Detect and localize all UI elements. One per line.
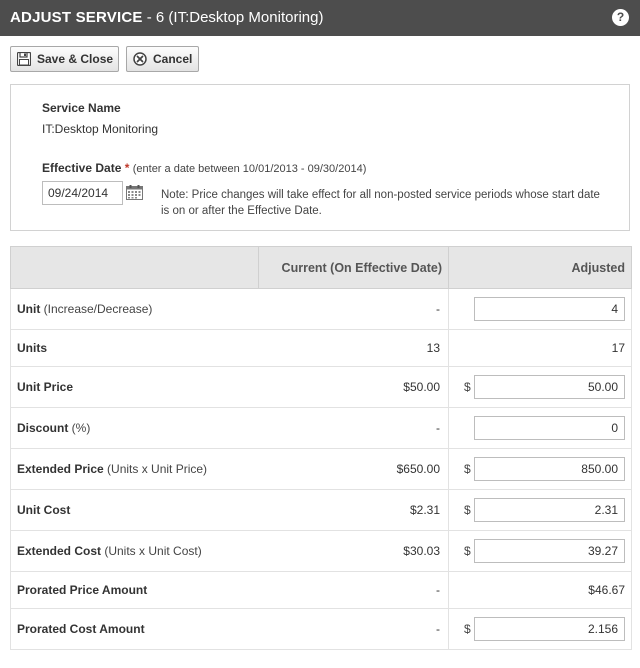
adjusted-input-discount[interactable] — [474, 416, 625, 440]
header-current: Current (On Effective Date) — [258, 246, 449, 289]
current-value: - — [258, 571, 449, 609]
row-label: Unit Price — [10, 366, 259, 408]
adjusted-cell: $ — [448, 448, 632, 490]
row-label-main: Unit — [17, 302, 41, 316]
row-label-detail: (Units x Unit Cost) — [101, 544, 202, 558]
row-label: Units — [10, 329, 259, 367]
service-name-value: IT:Desktop Monitoring — [42, 122, 159, 136]
adjusted-cell: $ — [448, 608, 632, 650]
row-label: Discount (%) — [10, 407, 259, 449]
row-label: Unit (Increase/Decrease) — [10, 288, 259, 330]
current-value: $50.00 — [258, 366, 449, 408]
row-label: Extended Cost (Units x Unit Cost) — [10, 530, 259, 572]
header-adjusted: Adjusted — [448, 246, 632, 289]
row-label-main: Prorated Price Amount — [17, 583, 148, 597]
adjusted-cell: $ — [448, 530, 632, 572]
adjusted-value: 17 — [611, 341, 625, 355]
service-name-label: Service Name — [42, 101, 121, 115]
effective-date-note: Note: Price changes will take effect for… — [161, 189, 600, 217]
save-and-close-button[interactable]: Save & Close — [10, 46, 119, 72]
adjusted-cell: $ — [448, 366, 632, 408]
dialog-title-bar: ADJUST SERVICE - 6 (IT:Desktop Monitorin… — [0, 0, 640, 36]
current-value: $30.03 — [258, 530, 449, 572]
cancel-circle-icon — [133, 52, 147, 66]
row-label: Prorated Cost Amount — [10, 608, 259, 650]
row-label-detail: (%) — [68, 421, 91, 435]
row-label-detail: (Units x Unit Price) — [103, 462, 208, 476]
row-label: Extended Price (Units x Unit Price) — [10, 448, 259, 490]
table-row-unit-price: Unit Price $50.00 $ — [10, 366, 632, 408]
currency-symbol: $ — [464, 622, 471, 636]
current-value: 13 — [258, 329, 449, 367]
adjusted-cell — [448, 288, 632, 330]
adjusted-cell: 17 — [448, 329, 632, 367]
adjustment-table: Current (On Effective Date) Adjusted Uni… — [10, 246, 632, 650]
adjusted-input-unit-price[interactable] — [474, 375, 625, 399]
table-header-row: Current (On Effective Date) Adjusted — [10, 246, 632, 289]
adjusted-cell: $46.67 — [448, 571, 632, 609]
currency-symbol: $ — [464, 503, 471, 517]
service-info-panel: Service Name IT:Desktop Monitoring Effec… — [10, 84, 630, 231]
table-row-units: Units 13 17 — [10, 329, 632, 367]
floppy-disk-icon — [17, 52, 31, 66]
currency-symbol: $ — [464, 544, 471, 558]
row-label-main: Unit Price — [17, 380, 74, 394]
current-value: $2.31 — [258, 489, 449, 531]
table-row-extended-cost: Extended Cost (Units x Unit Cost) $30.03 $ — [10, 530, 632, 572]
table-row-prorated-cost-amount: Prorated Cost Amount - $ — [10, 608, 632, 650]
row-label: Unit Cost — [10, 489, 259, 531]
header-field — [10, 246, 259, 289]
adjusted-input-extended-price[interactable] — [474, 457, 625, 481]
adjusted-cell — [448, 407, 632, 449]
calendar-icon[interactable] — [126, 185, 143, 200]
row-label-main: Discount — [17, 421, 69, 435]
table-row-unit-cost: Unit Cost $2.31 $ — [10, 489, 632, 531]
row-label-main: Units — [17, 341, 47, 355]
cancel-button[interactable]: Cancel — [126, 46, 199, 72]
row-label: Prorated Price Amount — [10, 571, 259, 609]
current-value: - — [258, 407, 449, 449]
help-icon[interactable]: ? — [612, 9, 629, 26]
current-value: $650.00 — [258, 448, 449, 490]
effective-date-input[interactable] — [42, 181, 123, 205]
adjusted-value: $46.67 — [588, 583, 625, 597]
required-marker: * — [124, 161, 130, 175]
table-row-discount: Discount (%) - — [10, 407, 632, 449]
dialog-title: ADJUST SERVICE - 6 (IT:Desktop Monitorin… — [10, 9, 324, 26]
adjusted-input-unit-change[interactable] — [474, 297, 625, 321]
effective-date-label: Effective Date * (enter a date between 1… — [42, 161, 367, 175]
row-label-main: Unit Cost — [17, 503, 71, 517]
row-label-main: Extended Cost — [17, 544, 102, 558]
table-row-extended-price: Extended Price (Units x Unit Price) $650.… — [10, 448, 632, 490]
row-label-detail: (Increase/Decrease) — [40, 302, 153, 316]
adjusted-input-extended-cost[interactable] — [474, 539, 625, 563]
table-row-unit-change: Unit (Increase/Decrease) - — [10, 288, 632, 330]
current-value: - — [258, 608, 449, 650]
effective-date-hint: (enter a date between 10/01/2013 - 09/30… — [132, 163, 367, 175]
table-row-prorated-price-amount: Prorated Price Amount - $46.67 — [10, 571, 632, 609]
adjusted-input-prorated-cost-amount[interactable] — [474, 617, 625, 641]
row-label-main: Extended Price — [17, 462, 104, 476]
current-value: - — [258, 288, 449, 330]
currency-symbol: $ — [464, 380, 471, 394]
adjusted-cell: $ — [448, 489, 632, 531]
row-label-main: Prorated Cost Amount — [17, 622, 145, 636]
currency-symbol: $ — [464, 462, 471, 476]
adjusted-input-unit-cost[interactable] — [474, 498, 625, 522]
